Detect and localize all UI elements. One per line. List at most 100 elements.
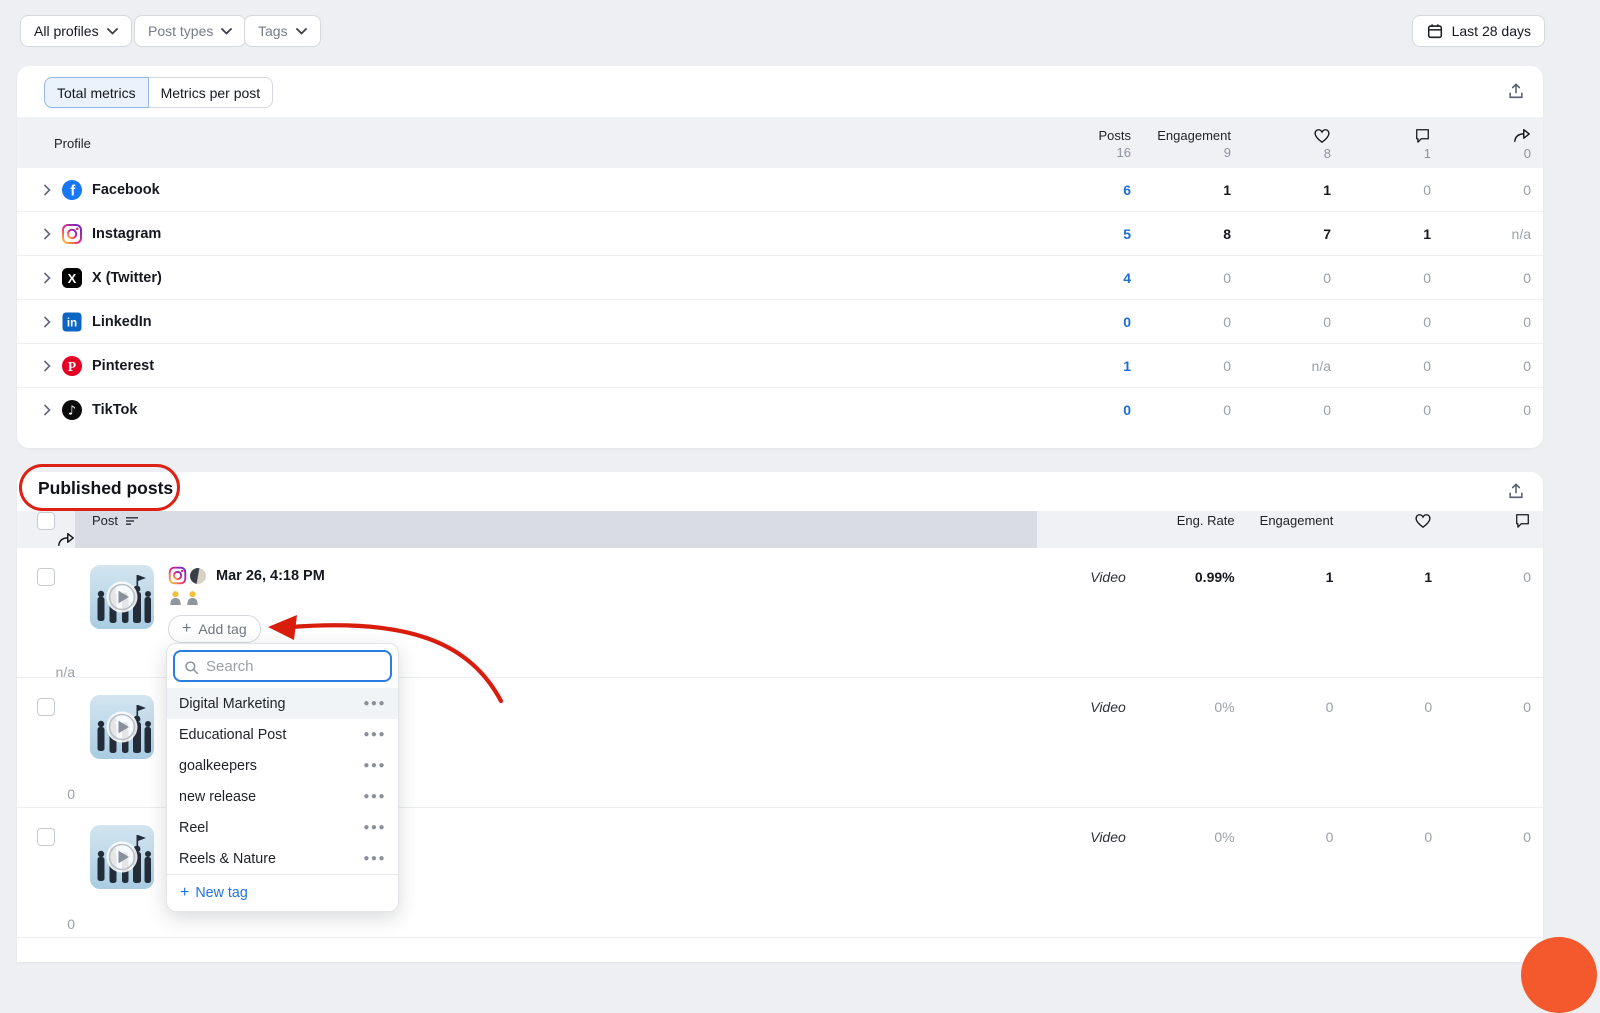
chevron-right-icon[interactable] xyxy=(42,316,52,328)
comments-value: 0 xyxy=(1331,402,1431,418)
date-range-picker[interactable]: Last 28 days xyxy=(1412,15,1545,47)
post-type: Video xyxy=(1037,808,1136,845)
likes-value: 0 xyxy=(1231,314,1331,330)
likes-value: 7 xyxy=(1231,226,1331,242)
profiles-filter-dropdown[interactable]: All profiles xyxy=(20,15,132,47)
shares-value: 0 xyxy=(17,765,75,802)
posts-count-link[interactable]: 5 xyxy=(1031,226,1131,242)
post-video-thumbnail[interactable] xyxy=(90,565,154,629)
tag-option-label: Reel xyxy=(179,820,208,836)
post-video-thumbnail[interactable] xyxy=(90,695,154,759)
comments-value: 0 xyxy=(1331,358,1431,374)
tag-option-label: new release xyxy=(179,789,256,805)
tag-option-label: Educational Post xyxy=(179,727,286,743)
posts-count-link[interactable]: 0 xyxy=(1031,402,1131,418)
network-name: Pinterest xyxy=(92,358,154,374)
instagram-logo-icon xyxy=(61,223,83,245)
post-checkbox[interactable] xyxy=(37,828,55,846)
network-name: Facebook xyxy=(92,182,160,198)
select-all-checkbox[interactable] xyxy=(37,512,55,530)
page-title: Published posts xyxy=(38,478,173,499)
posts-count-link[interactable]: 0 xyxy=(1031,314,1131,330)
likes-value: n/a xyxy=(1231,358,1331,374)
tag-option-label: Digital Marketing xyxy=(179,696,285,712)
add-tag-button[interactable]: + Add tag xyxy=(168,615,261,643)
export-icon[interactable] xyxy=(1507,482,1525,500)
tag-option[interactable]: Reel ●●● xyxy=(167,812,398,843)
sort-icon[interactable] xyxy=(126,516,139,526)
shares-value: 0 xyxy=(1431,270,1531,286)
tiktok-logo-icon: ♪ xyxy=(61,399,83,421)
floating-action-button[interactable] xyxy=(1521,937,1597,1013)
new-tag-button[interactable]: + New tag xyxy=(167,874,398,911)
eng-rate-value: 0% xyxy=(1136,808,1235,845)
svg-text:♪: ♪ xyxy=(68,403,76,418)
tag-option[interactable]: Reels & Nature ●●● xyxy=(167,843,398,874)
engagement-value: 1 xyxy=(1235,548,1334,585)
tag-search-input[interactable] xyxy=(175,652,390,680)
table-row-pinterest: P Pinterest 1 0 n/a 0 0 xyxy=(17,344,1543,388)
tags-filter-label: Tags xyxy=(258,23,288,39)
post-date[interactable]: Mar 26, 4:18 PM xyxy=(216,568,325,584)
table-row-linkedin: in LinkedIn 0 0 0 0 0 xyxy=(17,300,1543,344)
comments-value: 0 xyxy=(1432,808,1531,845)
chevron-right-icon[interactable] xyxy=(42,404,52,416)
post-checkbox[interactable] xyxy=(37,568,55,586)
comments-value: 0 xyxy=(1331,314,1431,330)
tag-option[interactable]: goalkeepers ●●● xyxy=(167,750,398,781)
shares-value: 0 xyxy=(1431,402,1531,418)
chevron-down-icon xyxy=(296,28,307,35)
engagement-value: 0 xyxy=(1131,402,1231,418)
tag-options-menu-icon[interactable]: ●●● xyxy=(363,822,386,833)
tag-options-menu-icon[interactable]: ●●● xyxy=(363,791,386,802)
shares-value: 0 xyxy=(17,895,75,932)
posts-total: 16 xyxy=(1117,145,1131,160)
chevron-down-icon xyxy=(107,28,118,35)
tag-options-menu-icon[interactable]: ●●● xyxy=(363,698,386,709)
eng-rate-column-header: Eng. Rate xyxy=(1177,513,1235,528)
engagement-total: 9 xyxy=(1224,145,1231,160)
network-name: Instagram xyxy=(92,226,161,242)
comments-total: 1 xyxy=(1424,146,1431,161)
likes-value: 0 xyxy=(1333,678,1432,715)
calendar-icon xyxy=(1426,22,1444,40)
eng-rate-value: 0% xyxy=(1136,678,1235,715)
person-emoji-icon xyxy=(185,590,200,606)
person-emoji-icon xyxy=(168,590,183,606)
post-video-thumbnail[interactable] xyxy=(90,825,154,889)
chevron-right-icon[interactable] xyxy=(42,228,52,240)
tag-option[interactable]: Digital Marketing ●●● xyxy=(167,688,398,719)
shares-value: n/a xyxy=(1431,226,1531,242)
post-checkbox[interactable] xyxy=(37,698,55,716)
tag-options-menu-icon[interactable]: ●●● xyxy=(363,853,386,864)
engagement-value: 0 xyxy=(1131,270,1231,286)
posts-count-link[interactable]: 4 xyxy=(1031,270,1131,286)
chevron-right-icon[interactable] xyxy=(42,360,52,372)
export-icon[interactable] xyxy=(1507,82,1525,100)
tab-metrics-per-post[interactable]: Metrics per post xyxy=(148,77,274,108)
engagement-column-header: Engagement xyxy=(1260,513,1334,528)
comments-value: 0 xyxy=(1331,270,1431,286)
engagement-value: 1 xyxy=(1131,182,1231,198)
tags-filter-dropdown[interactable]: Tags xyxy=(244,15,321,47)
date-range-label: Last 28 days xyxy=(1452,23,1531,39)
tag-option[interactable]: new release ●●● xyxy=(167,781,398,812)
comment-icon xyxy=(1414,127,1431,144)
tab-total-metrics[interactable]: Total metrics xyxy=(44,77,149,108)
tag-option[interactable]: Educational Post ●●● xyxy=(167,719,398,750)
post-types-filter-dropdown[interactable]: Post types xyxy=(134,15,246,47)
svg-text:X: X xyxy=(68,270,77,285)
heart-icon xyxy=(1313,127,1331,144)
tag-option-label: Reels & Nature xyxy=(179,851,276,867)
posts-count-link[interactable]: 6 xyxy=(1031,182,1131,198)
posts-count-link[interactable]: 1 xyxy=(1031,358,1131,374)
chevron-right-icon[interactable] xyxy=(42,184,52,196)
svg-text:in: in xyxy=(67,317,77,329)
tag-options-menu-icon[interactable]: ●●● xyxy=(363,729,386,740)
add-tag-label: Add tag xyxy=(198,621,246,637)
engagement-value: 0 xyxy=(1235,678,1334,715)
post-types-filter-label: Post types xyxy=(148,23,213,39)
profile-avatar xyxy=(189,567,207,585)
tag-options-menu-icon[interactable]: ●●● xyxy=(363,760,386,771)
chevron-right-icon[interactable] xyxy=(42,272,52,284)
